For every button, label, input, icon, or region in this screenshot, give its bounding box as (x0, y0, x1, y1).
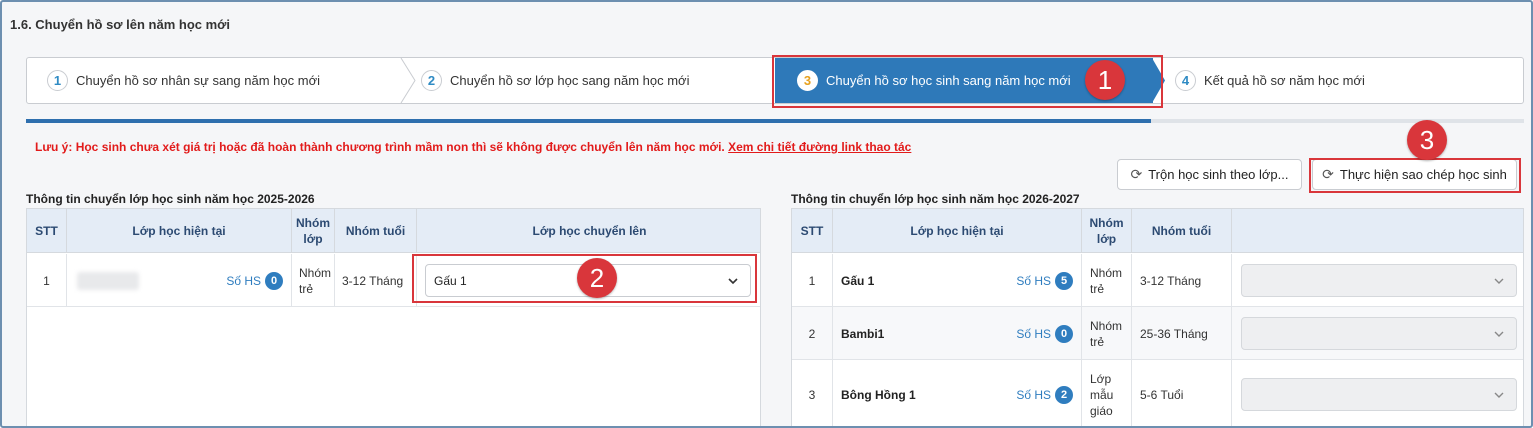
cell-stt: 1 (27, 254, 67, 307)
notice-text: Lưu ý: Học sinh chưa xét giá trị hoặc đã… (35, 140, 911, 154)
page-frame: 1.6. Chuyển hồ sơ lên năm học mới 1 Chuy… (0, 0, 1533, 428)
cell-current-class: Bông Hồng 1 Số HS 2 (833, 360, 1082, 426)
student-count[interactable]: Số HS 5 (1016, 271, 1073, 290)
student-count-badge: 0 (265, 271, 283, 290)
step-number: 1 (47, 70, 68, 91)
cell-target-class (1232, 254, 1523, 307)
cell-stt: 1 (792, 254, 833, 307)
refresh-icon: ⟳ (1130, 166, 1143, 182)
cell-age-group: 5-6 Tuổi (1132, 360, 1232, 426)
student-count[interactable]: Số HS 0 (1016, 324, 1073, 343)
chevron-down-icon (1494, 278, 1504, 284)
cell-class-group: Nhóm trẻ (292, 254, 335, 307)
col-stt: STT (27, 209, 67, 253)
col-current-class: Lớp học hiện tại (67, 209, 292, 253)
col-age-group: Nhóm tuổi (1132, 209, 1232, 253)
table-header: STT Lớp học hiện tại Nhóm lớp Nhóm tuổi … (27, 209, 760, 253)
student-count-badge: 0 (1055, 324, 1073, 343)
right-table-caption: Thông tin chuyển lớp học sinh năm học 20… (791, 192, 1080, 206)
cell-class-group: Lớp mẫu giáo (1082, 360, 1132, 426)
table-row: 1 Gấu 1 Số HS 5 Nhóm trẻ 3-12 Tháng (792, 254, 1523, 307)
redacted-class-name (77, 271, 139, 290)
left-table-caption: Thông tin chuyển lớp học sinh năm học 20… (26, 192, 315, 206)
cell-class-group: Nhóm trẻ (1082, 307, 1132, 360)
student-count-label: Số HS (1016, 273, 1051, 288)
student-count[interactable]: Số HS 2 (1016, 386, 1073, 404)
step-separator-icon (400, 58, 416, 103)
step-number: 4 (1175, 70, 1196, 91)
class-name: Bambi1 (841, 326, 885, 341)
cell-current-class: Số HS 0 (67, 254, 292, 307)
merge-students-label: Trộn học sinh theo lớp... (1148, 167, 1289, 182)
col-stt: STT (792, 209, 833, 253)
col-age-group: Nhóm tuổi (335, 209, 417, 253)
student-count[interactable]: Số HS 0 (226, 271, 283, 290)
step-number: 2 (421, 70, 442, 91)
wizard-step-1[interactable]: 1 Chuyển hồ sơ nhân sự sang năm học mới (47, 58, 407, 103)
chevron-down-icon (1494, 392, 1504, 398)
col-target-class (1232, 209, 1523, 253)
student-count-label: Số HS (1016, 326, 1051, 341)
wizard-step-2[interactable]: 2 Chuyển hồ sơ lớp học sang năm học mới (421, 58, 776, 103)
table-header: STT Lớp học hiện tại Nhóm lớp Nhóm tuổi (792, 209, 1523, 253)
student-count-label: Số HS (226, 273, 261, 288)
annotation-badge-2: 2 (577, 258, 617, 298)
target-class-select[interactable] (1241, 317, 1517, 350)
progress-fill (26, 119, 1151, 123)
class-name: Gấu 1 (841, 273, 875, 288)
cell-target-class (1232, 360, 1523, 426)
table-row: 2 Bambi1 Số HS 0 Nhóm trẻ 25-36 Tháng (792, 307, 1523, 360)
cell-stt: 3 (792, 360, 833, 426)
page-title: 1.6. Chuyển hồ sơ lên năm học mới (10, 17, 231, 32)
cell-age-group: 3-12 Tháng (335, 254, 417, 307)
cell-class-group: Nhóm trẻ (1082, 254, 1132, 307)
annotation-badge-3: 3 (1407, 120, 1447, 160)
highlight-box-copy (1309, 158, 1521, 193)
cell-age-group: 3-12 Tháng (1132, 254, 1232, 307)
step-label: Chuyển hồ sơ nhân sự sang năm học mới (76, 73, 320, 88)
wizard-step-4[interactable]: 4 Kết quả hồ sơ năm học mới (1175, 58, 1515, 103)
step-label: Chuyển hồ sơ lớp học sang năm học mới (450, 73, 690, 88)
student-count-badge: 5 (1055, 271, 1073, 290)
col-class-group: Nhóm lớp (1082, 209, 1132, 253)
target-class-select[interactable] (1241, 378, 1517, 411)
cell-target-class (1232, 307, 1523, 360)
col-current-class: Lớp học hiện tại (833, 209, 1082, 253)
notice-message: Lưu ý: Học sinh chưa xét giá trị hoặc đã… (35, 140, 725, 154)
cell-current-class: Bambi1 Số HS 0 (833, 307, 1082, 360)
left-table: STT Lớp học hiện tại Nhóm lớp Nhóm tuổi … (26, 208, 761, 426)
student-count-label: Số HS (1016, 388, 1051, 402)
annotation-badge-1: 1 (1085, 60, 1125, 100)
notice-link[interactable]: Xem chi tiết đường link thao tác (728, 140, 911, 154)
right-table: STT Lớp học hiện tại Nhóm lớp Nhóm tuổi … (791, 208, 1524, 426)
chevron-down-icon (1494, 331, 1504, 337)
table-row: 3 Bông Hồng 1 Số HS 2 Lớp mẫu giáo 5-6 T… (792, 360, 1523, 426)
col-class-group: Nhóm lớp (292, 209, 335, 253)
student-count-badge: 2 (1055, 386, 1073, 404)
cell-stt: 2 (792, 307, 833, 360)
cell-current-class: Gấu 1 Số HS 5 (833, 254, 1082, 307)
cell-age-group: 25-36 Tháng (1132, 307, 1232, 360)
col-target-class: Lớp học chuyển lên (532, 224, 647, 238)
class-name: Bông Hồng 1 (841, 388, 916, 402)
step-label: Kết quả hồ sơ năm học mới (1204, 73, 1365, 88)
merge-students-button[interactable]: ⟳ Trộn học sinh theo lớp... (1117, 159, 1302, 190)
target-class-select[interactable] (1241, 264, 1517, 297)
